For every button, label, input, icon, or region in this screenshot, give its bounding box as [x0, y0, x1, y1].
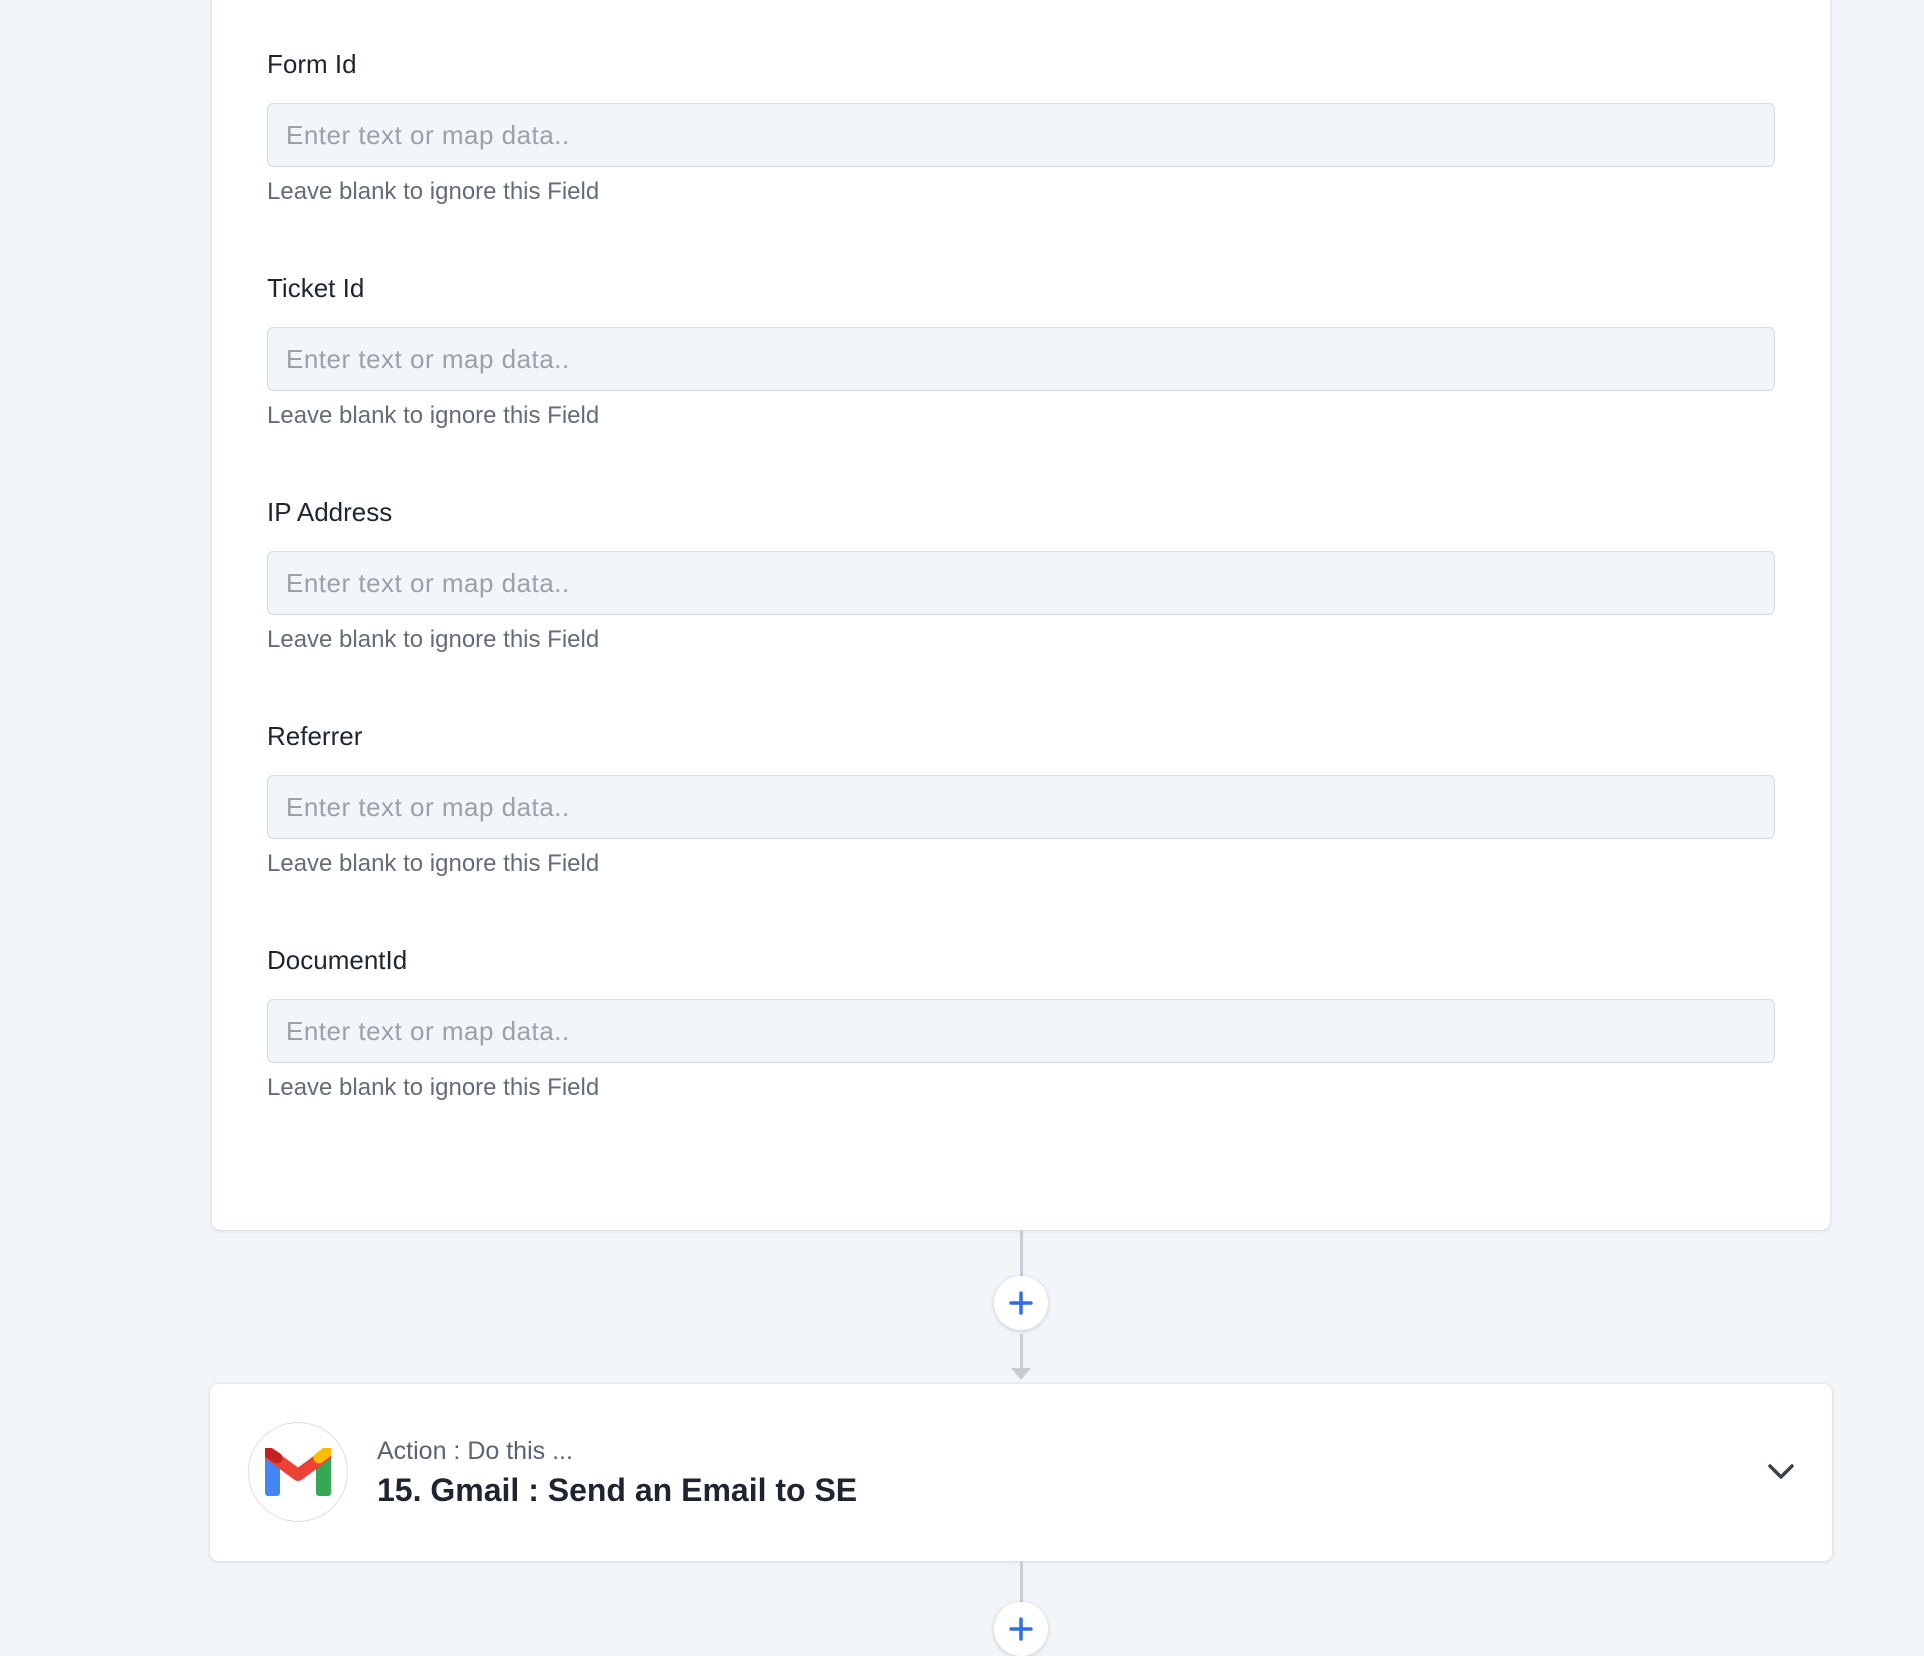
ticket-id-hint: Leave blank to ignore this Field: [267, 402, 600, 429]
action-step-card[interactable]: Action : Do this ... 15. Gmail : Send an…: [210, 1384, 1832, 1561]
ticket-id-input[interactable]: [267, 327, 1775, 391]
form-id-input[interactable]: [267, 103, 1775, 167]
form-id-label: Form Id: [267, 49, 357, 79]
document-id-label: DocumentId: [267, 945, 408, 975]
referrer-hint: Leave blank to ignore this Field: [267, 850, 600, 877]
ip-address-input[interactable]: [267, 551, 1775, 615]
add-step-button[interactable]: [994, 1276, 1048, 1330]
plus-icon: [1009, 1291, 1033, 1315]
referrer-input[interactable]: [267, 775, 1775, 839]
document-id-input[interactable]: [267, 999, 1775, 1063]
add-step-button-next[interactable]: [994, 1602, 1048, 1656]
action-step-title: 15. Gmail : Send an Email to SE: [377, 1472, 858, 1508]
connector-line-lower: [1020, 1334, 1023, 1370]
chevron-down-icon[interactable]: [1766, 1462, 1796, 1482]
gmail-logo-icon: [248, 1422, 348, 1522]
form-id-hint: Leave blank to ignore this Field: [267, 178, 600, 205]
gmail-logo-svg: [265, 1448, 331, 1496]
ticket-id-label: Ticket Id: [267, 273, 365, 303]
ip-address-label: IP Address: [267, 497, 393, 527]
ip-address-hint: Leave blank to ignore this Field: [267, 626, 600, 653]
action-step-subtitle: Action : Do this ...: [377, 1437, 573, 1465]
connector-arrow-icon: [1011, 1368, 1031, 1380]
plus-icon: [1009, 1617, 1033, 1641]
document-id-hint: Leave blank to ignore this Field: [267, 1074, 600, 1101]
referrer-label: Referrer: [267, 721, 363, 751]
